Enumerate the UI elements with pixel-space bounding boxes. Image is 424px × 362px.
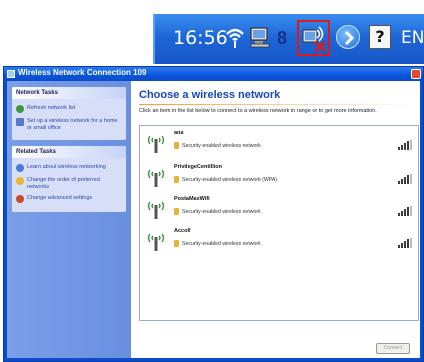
lock-icon [174, 208, 179, 215]
svg-text:8: 8 [277, 28, 287, 48]
signal-strength-icon [398, 206, 412, 216]
wireless-antenna-icon [147, 201, 165, 219]
instruction-text: Click an item in the list below to conne… [139, 108, 377, 114]
network-tasks-panel: Network Tasks Refresh network list Set u… [12, 87, 126, 140]
settings-icon [16, 195, 24, 203]
divider [139, 104, 419, 105]
task-label: Learn about wireless networking [27, 164, 106, 170]
security-shield-icon[interactable]: 8 [275, 26, 293, 48]
title-bar[interactable]: Wireless Network Connection 109 [4, 67, 423, 81]
page-title: Choose a wireless network [139, 89, 281, 101]
task-label: Change the order of preferred networks [27, 177, 100, 190]
info-icon [16, 164, 24, 172]
wireless-connection-window: Wireless Network Connection 109 Network … [3, 66, 424, 362]
network-ssid: ana [174, 130, 184, 136]
task-learn-wireless[interactable]: Learn about wireless networking [16, 164, 122, 172]
task-refresh[interactable]: Refresh network list [16, 105, 122, 113]
network-list[interactable]: ana Security-enabled wireless network Pr… [139, 125, 419, 321]
related-tasks-header[interactable]: Related Tasks [12, 146, 126, 158]
lock-icon [174, 176, 179, 183]
window-title: Wireless Network Connection 109 [18, 68, 147, 77]
signal-strength-icon [398, 140, 412, 150]
wifi-icon[interactable] [225, 26, 245, 48]
task-advanced-settings[interactable]: Change advanced settings [16, 195, 122, 203]
task-change-order[interactable]: Change the order of preferred networks [16, 177, 122, 190]
language-indicator[interactable]: EN [401, 28, 424, 48]
taskbar-tray: 16:56 8 ? EN [153, 14, 424, 64]
task-label: Change advanced settings [27, 195, 93, 201]
related-tasks-panel: Related Tasks Learn about wireless netwo… [12, 146, 126, 212]
star-icon [16, 177, 24, 185]
lock-icon [174, 142, 179, 149]
close-icon[interactable] [411, 69, 421, 79]
network-item[interactable]: Accoll Security-enabled wireless network [140, 224, 418, 258]
connect-button[interactable]: Connect [376, 343, 410, 354]
task-label: Refresh network list [27, 105, 76, 111]
signal-strength-icon [398, 238, 412, 248]
network-item[interactable]: ana Security-enabled wireless network [140, 126, 418, 160]
highlight-box [297, 20, 330, 56]
task-setup-network[interactable]: Set up a wireless network for a home or … [16, 118, 122, 131]
network-tasks-header[interactable]: Network Tasks [12, 87, 126, 99]
sidebar: Network Tasks Refresh network list Set u… [7, 81, 131, 358]
chevron-right-icon[interactable] [336, 25, 360, 49]
network-ssid: Accoll [174, 228, 191, 234]
task-label: Set up a wireless network for a home or … [27, 118, 118, 131]
lock-icon [174, 240, 179, 247]
wireless-antenna-icon [147, 233, 165, 251]
network-ssid: PostaMaxWifi [174, 196, 210, 202]
network-ssid: PrivilegeCentillion [174, 164, 222, 170]
network-security: Security-enabled wireless network [182, 143, 261, 149]
wireless-antenna-icon [147, 135, 165, 153]
setup-icon [16, 118, 24, 126]
network-security: Security-enabled wireless network (WPA) [182, 177, 278, 183]
clock[interactable]: 16:56 [173, 27, 228, 49]
network-item[interactable]: PostaMaxWifi Security-enabled wireless n… [140, 192, 418, 226]
network-security: Security-enabled wireless network [182, 241, 261, 247]
refresh-icon [16, 105, 24, 113]
window-client: Network Tasks Refresh network list Set u… [7, 81, 420, 358]
app-icon [7, 70, 15, 78]
main-pane: Choose a wireless network Click an item … [131, 81, 420, 358]
signal-strength-icon [398, 174, 412, 184]
network-security: Security-enabled wireless network [182, 209, 261, 215]
network-item[interactable]: PrivilegeCentillion Security-enabled wir… [140, 160, 418, 194]
wireless-antenna-icon [147, 169, 165, 187]
network-icon[interactable] [249, 26, 271, 48]
help-icon[interactable]: ? [369, 25, 391, 49]
